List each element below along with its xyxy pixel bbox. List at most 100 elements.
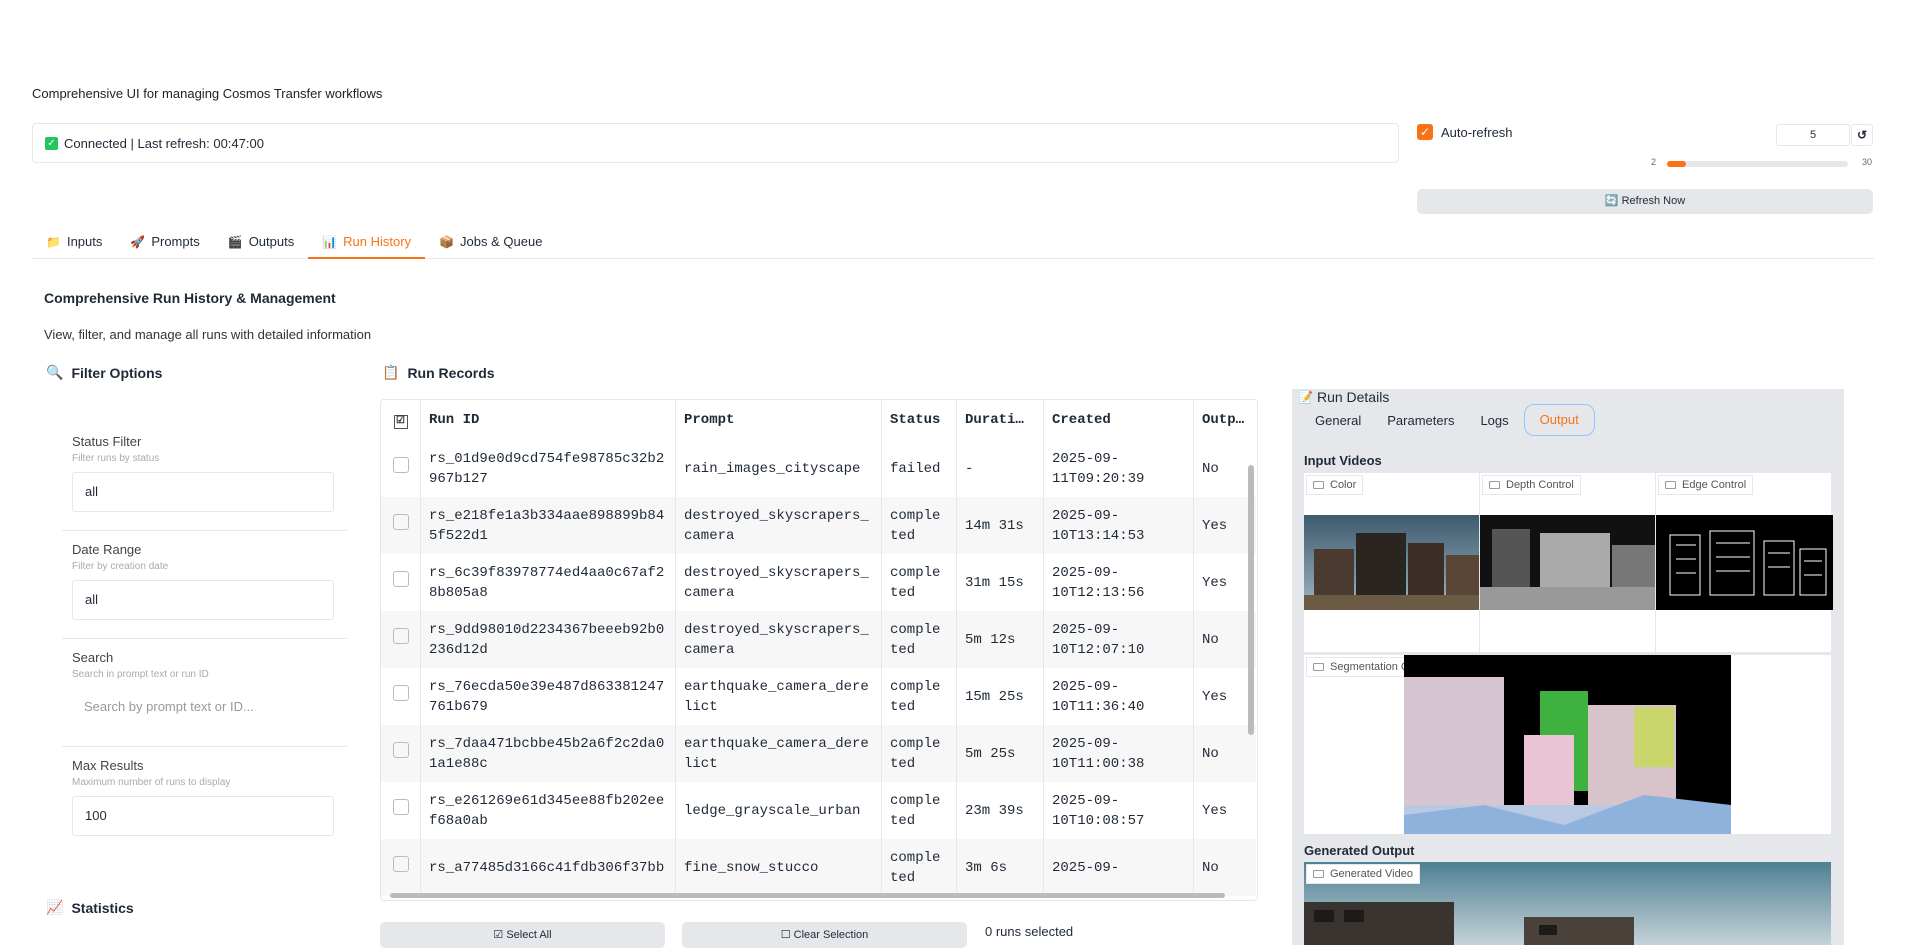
table-row[interactable]: rs_e261269e61d345ee88fb202eef68a0ab ledge… <box>381 782 1256 839</box>
video-color[interactable]: Color <box>1304 473 1480 652</box>
tab-run-history[interactable]: 📊 Run History <box>308 226 426 259</box>
reset-icon[interactable]: ↺ <box>1851 124 1873 146</box>
video-camera-icon <box>1313 663 1324 671</box>
depth-video-thumbnail <box>1480 515 1655 610</box>
cell-run-id: rs_9dd98010d2234367beeeb92b0236d12d <box>420 611 676 668</box>
segmentation-video[interactable]: Segmentation Control <box>1304 655 1831 834</box>
select-all-button[interactable]: ☑ Select All <box>380 922 665 948</box>
row-checkbox[interactable] <box>381 554 421 611</box>
details-tab-output[interactable]: Output <box>1523 404 1595 436</box>
edge-video-thumbnail <box>1656 515 1833 610</box>
cell-created: 2025-09-11T09:20:39 <box>1043 440 1194 497</box>
auto-refresh-toggle[interactable]: ✓ Auto-refresh <box>1417 124 1513 140</box>
checkbox-icon[interactable] <box>392 799 409 815</box>
clear-selection-button[interactable]: ☐ Clear Selection <box>682 922 967 948</box>
table-row[interactable]: rs_a77485d3166c41fdb306f37bb fine_snow_st… <box>381 839 1256 896</box>
run-details-title: Run Details <box>1316 389 1390 405</box>
app-subtitle: Comprehensive UI for managing Cosmos Tra… <box>32 86 383 101</box>
checkbox-icon[interactable] <box>392 742 409 758</box>
auto-refresh-label: Auto-refresh <box>1441 124 1513 140</box>
tab-jobs-queue[interactable]: 📦 Jobs & Queue <box>425 226 556 257</box>
checkbox-icon[interactable] <box>392 685 409 701</box>
generated-output-label: Generated Output <box>1304 843 1415 858</box>
checkbox-icon[interactable] <box>392 856 409 872</box>
cell-status: completed <box>881 725 957 782</box>
table-row[interactable]: rs_9dd98010d2234367beeeb92b0236d12d destr… <box>381 611 1256 668</box>
row-checkbox[interactable] <box>381 725 421 782</box>
tab-inputs[interactable]: 📁 Inputs <box>32 226 116 257</box>
table-row[interactable]: rs_e218fe1a3b334aae898899b845f522d1 destr… <box>381 497 1256 554</box>
cell-prompt: destroyed_skyscrapers_camera <box>675 611 882 668</box>
table-row[interactable]: rs_76ecda50e39e487d863381247761b679 earth… <box>381 668 1256 725</box>
row-checkbox[interactable] <box>381 497 421 554</box>
cell-output: No <box>1202 460 1219 477</box>
cell-duration: - <box>956 440 1044 497</box>
row-checkbox[interactable] <box>381 839 421 896</box>
connection-status: ✓ Connected | Last refresh: 00:47:00 <box>32 123 1399 163</box>
table-horizontal-scrollbar[interactable] <box>390 893 1225 898</box>
run-details-panel: 📝 Run Details General Parameters Logs Ou… <box>1292 389 1844 945</box>
row-checkbox[interactable] <box>381 782 421 839</box>
trend-icon: 📈 <box>46 899 64 915</box>
search-input[interactable]: Search by prompt text or ID... <box>72 688 334 728</box>
row-checkbox[interactable] <box>381 611 421 668</box>
date-range-filter: Date Range Filter by creation date all <box>72 542 334 620</box>
cell-prompt: earthquake_camera_derelict <box>675 668 882 725</box>
checkbox-checked-icon[interactable]: ✓ <box>1417 124 1433 140</box>
cell-status: completed <box>881 668 957 725</box>
chart-icon: 📊 <box>322 234 338 249</box>
table-vertical-scrollbar[interactable] <box>1248 465 1254 735</box>
cell-prompt: ledge_grayscale_urban <box>675 782 882 839</box>
status-filter-desc: Filter runs by status <box>72 453 160 464</box>
details-tab-logs[interactable]: Logs <box>1469 413 1519 428</box>
interval-slider[interactable] <box>1667 161 1848 167</box>
column-duration[interactable]: Durati… <box>956 400 1044 440</box>
column-created[interactable]: Created <box>1043 400 1194 440</box>
tab-prompts[interactable]: 🚀 Prompts <box>116 226 213 257</box>
run-records-table: ☑ Run ID Prompt Status Durati… Created O… <box>380 399 1258 901</box>
statistics-title: Statistics <box>71 899 134 916</box>
search-label: Search <box>72 650 114 665</box>
video-camera-icon <box>1313 870 1324 878</box>
interval-input[interactable]: 5 <box>1776 124 1850 146</box>
table-row[interactable]: rs_6c39f83978774ed4aa0c67af28b805a8 destr… <box>381 554 1256 611</box>
tab-outputs[interactable]: 🎬 Outputs <box>214 226 308 257</box>
column-run-id[interactable]: Run ID <box>420 400 676 440</box>
column-output[interactable]: Outp… <box>1194 400 1257 440</box>
run-records-heading: 📋 Run Records <box>382 364 495 381</box>
refresh-now-button[interactable]: 🔄 Refresh Now <box>1417 189 1873 214</box>
check-icon: ✓ <box>45 136 58 150</box>
video-edge-control[interactable]: Edge Control <box>1656 473 1833 652</box>
max-results-input[interactable]: 100 <box>72 796 334 836</box>
table-row[interactable]: rs_01d9e0d9cd754fe98785c32b2967b127 rain_… <box>381 440 1256 497</box>
video-depth-control[interactable]: Depth Control <box>1480 473 1656 652</box>
cell-created: 2025-09-10T11:36:40 <box>1043 668 1194 725</box>
checkbox-icon[interactable] <box>392 628 409 644</box>
magnifier-icon: 🔍 <box>46 364 64 380</box>
checkbox-icon[interactable] <box>392 571 409 587</box>
column-status[interactable]: Status <box>881 400 957 440</box>
input-videos-row: Color Depth Control Edge Control <box>1304 473 1833 652</box>
cell-output: No <box>1193 839 1256 896</box>
cell-created: 2025-09-10T12:13:56 <box>1043 554 1194 611</box>
row-checkbox[interactable] <box>381 668 421 725</box>
date-range-input[interactable]: all <box>72 580 334 620</box>
column-prompt[interactable]: Prompt <box>675 400 882 440</box>
tab-label: Outputs <box>248 234 295 249</box>
cell-prompt: earthquake_camera_derelict <box>675 725 882 782</box>
generated-video[interactable]: Generated Video <box>1304 862 1831 945</box>
details-tab-parameters[interactable]: Parameters <box>1372 413 1469 428</box>
cell-output: Yes <box>1202 802 1228 819</box>
cell-run-id: rs_e218fe1a3b334aae898899b845f522d1 <box>420 497 676 554</box>
status-filter-input[interactable]: all <box>72 472 334 512</box>
cell-created: 2025-09-10T10:08:57 <box>1043 782 1194 839</box>
select-all-header[interactable]: ☑ <box>381 400 421 440</box>
checkbox-icon[interactable] <box>392 514 409 530</box>
table-row[interactable]: rs_7daa471bcbbe45b2a6f2c2da01a1e88c earth… <box>381 725 1256 782</box>
checkbox-icon[interactable] <box>392 457 409 473</box>
cell-status: completed <box>881 554 957 611</box>
details-tab-general[interactable]: General <box>1304 413 1372 428</box>
cell-duration: 23m 39s <box>956 782 1044 839</box>
folder-icon: 📁 <box>46 234 61 249</box>
row-checkbox[interactable] <box>381 440 421 497</box>
